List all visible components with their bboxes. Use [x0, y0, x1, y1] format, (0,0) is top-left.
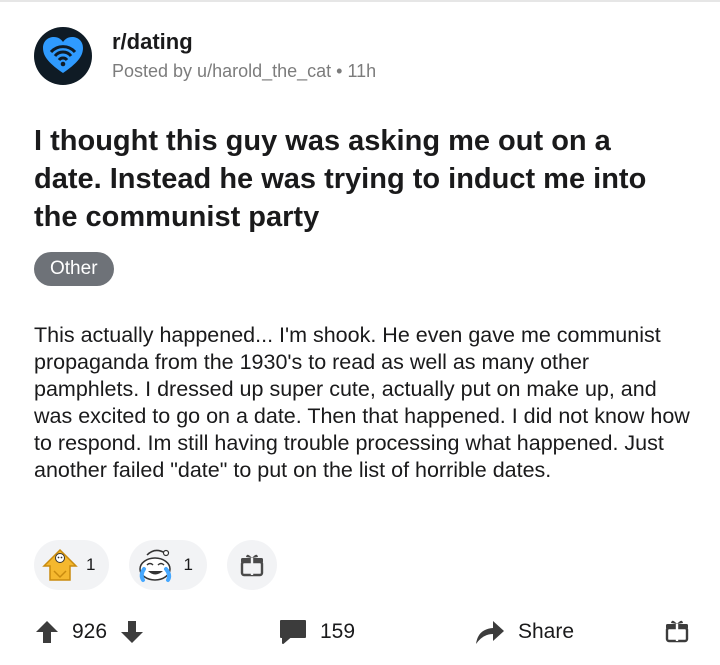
heart-wifi-icon [43, 37, 83, 73]
vote-count: 926 [72, 620, 108, 643]
subreddit-avatar[interactable] [34, 27, 92, 85]
post-byline: Posted by u/harold_the_cat • 11h [112, 59, 376, 83]
give-award-button[interactable] [226, 540, 277, 590]
posted-by-text[interactable]: Posted by u/harold_the_cat [112, 61, 331, 81]
comment-icon [280, 620, 306, 644]
post-flair[interactable]: Other [34, 252, 114, 286]
laughing-award-icon [139, 549, 172, 582]
subreddit-name[interactable]: r/dating [112, 29, 376, 55]
top-divider [0, 0, 720, 2]
post-title[interactable]: I thought this guy was asking me out on … [34, 122, 684, 236]
award-laughing[interactable]: 1 [129, 540, 207, 590]
comments-button[interactable]: 159 [278, 612, 367, 652]
vote-controls: 926 [34, 612, 145, 652]
gift-icon [240, 554, 264, 577]
byline-separator: • [336, 61, 348, 81]
upvote-icon[interactable] [34, 619, 60, 645]
share-arrow-icon [476, 621, 504, 644]
subreddit-meta: r/dating Posted by u/harold_the_cat • 11… [112, 29, 376, 83]
award-wholesome[interactable]: 1 [34, 540, 110, 590]
post-header: r/dating Posted by u/harold_the_cat • 11… [34, 24, 376, 88]
awards-row: 1 1 [34, 540, 277, 590]
post-age: 11h [347, 61, 377, 81]
award-count: 1 [86, 555, 96, 574]
share-button[interactable]: Share [474, 612, 586, 652]
give-award-footer-button[interactable] [664, 618, 690, 649]
wholesome-award-icon [42, 548, 78, 581]
post-body: This actually happened... I'm shook. He … [34, 323, 690, 482]
share-label: Share [518, 620, 575, 643]
award-count: 1 [183, 555, 193, 574]
gift-icon [665, 620, 689, 643]
comment-count: 159 [320, 620, 356, 643]
post-actions: 926 159 Share [34, 612, 690, 652]
downvote-icon[interactable] [119, 619, 145, 645]
